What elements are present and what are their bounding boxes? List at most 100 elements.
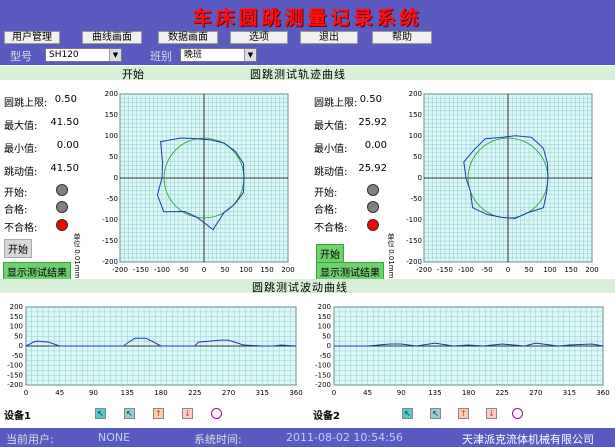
menu-curve-view[interactable]: 曲线画面	[82, 31, 142, 44]
y-tick-label: -100	[7, 362, 23, 370]
device1-wave-plot: 0 45 90 135 180 225 270 315 360 200 150 10050 0 -50 -1…	[7, 303, 303, 397]
system-time-label: 系统时间:	[194, 433, 242, 446]
x-tick-label: 150	[564, 266, 577, 274]
x-tick-label: 50	[221, 266, 230, 274]
y-tick-label: 50	[322, 332, 331, 340]
y-tick-label: 100	[318, 323, 331, 331]
y-tick-label: -150	[406, 237, 422, 245]
y-tick-label: -150	[102, 237, 118, 245]
x-tick-label: 315	[256, 389, 269, 397]
status-bar: 当前用户: NONE 系统时间: 2011-08-02 10:54:56 天津派…	[0, 428, 615, 447]
device2-runout-value: 25.92	[358, 163, 387, 174]
x-tick-label: 0	[202, 266, 206, 274]
circle-icon[interactable]	[211, 408, 222, 419]
y-tick-label: -200	[315, 381, 331, 389]
zoom-icon[interactable]: ↖	[124, 408, 135, 419]
device2-unit-label: 单位 0.01mm	[387, 233, 395, 279]
menu-data-view[interactable]: 数据画面	[158, 31, 218, 44]
x-tick-label: 0	[506, 266, 510, 274]
menu-options[interactable]: 选项	[230, 31, 288, 44]
x-tick-label: -100	[458, 266, 474, 274]
y-tick-label: 100	[409, 132, 422, 140]
y-tick-label: 0	[418, 174, 422, 182]
pointer-icon[interactable]: ↖	[402, 408, 413, 419]
device1-pass-light	[56, 201, 68, 213]
device1-runout-label: 跳动值:	[4, 167, 38, 178]
x-tick-label: -150	[437, 266, 453, 274]
y-tick-label: -200	[406, 258, 422, 266]
x-tick-label: 90	[397, 389, 406, 397]
y-tick-label: 0	[327, 342, 331, 350]
y-tick-label: 100	[105, 132, 118, 140]
device2-trace-panel: 圆跳上限: 0.50 最大值: 25.92 最小值: 0.00 跳动值: 25.…	[308, 80, 615, 281]
x-tick-label: 135	[428, 389, 441, 397]
app-title: 车床圆跳测量记录系统	[192, 7, 423, 29]
y-tick-label: 150	[318, 313, 331, 321]
device1-max-label: 最大值:	[4, 121, 38, 132]
current-user-value: NONE	[98, 431, 131, 444]
x-tick-label: -50	[177, 266, 188, 274]
x-tick-label: 180	[154, 389, 167, 397]
device1-pass-light-label: 合格:	[4, 205, 28, 216]
x-tick-label: 150	[260, 266, 273, 274]
device1-upper-limit-value: 0.50	[54, 94, 77, 105]
device2-start-light-label: 开始:	[314, 188, 338, 199]
x-tick-label: 360	[289, 389, 302, 397]
device2-start-button[interactable]: 开始	[316, 244, 344, 263]
model-select[interactable]: SH120 ▼	[45, 48, 122, 62]
x-tick-label: 315	[563, 389, 576, 397]
x-tick-label: 270	[222, 389, 235, 397]
device2-runout-label: 跳动值:	[314, 167, 348, 178]
x-tick-label: 200	[281, 266, 294, 274]
x-tick-label: 225	[188, 389, 201, 397]
shift-label: 班别	[150, 50, 172, 63]
wave-header: 圆跳测试波动曲线	[0, 279, 615, 294]
y-tick-label: 150	[105, 111, 118, 119]
x-tick-label: 90	[89, 389, 98, 397]
company-name: 天津派克流体机械有限公司	[462, 433, 594, 446]
shift-select[interactable]: 晚班 ▼	[180, 48, 257, 62]
device1-fail-light	[56, 219, 68, 231]
title-bar: 车床圆跳测量记录系统	[0, 0, 615, 30]
device1-start-button[interactable]: 开始	[4, 239, 32, 258]
y-tick-label: 0	[19, 342, 23, 350]
pointer-icon[interactable]: ↖	[95, 408, 106, 419]
device2-upper-limit-value: 0.50	[359, 94, 382, 105]
x-tick-label: 270	[529, 389, 542, 397]
device1-start-light-label: 开始:	[4, 188, 28, 199]
zoom-icon[interactable]: ↖	[430, 408, 441, 419]
device2-pass-light-label: 合格:	[314, 205, 338, 216]
selector-row: 型号 SH120 ▼ 班别 晚班 ▼	[0, 45, 615, 65]
arrow-down-icon[interactable]: ↓	[486, 408, 497, 419]
y-tick-label: -150	[7, 371, 23, 379]
menu-bar: 用户管理 曲线画面 数据画面 选项 退出 帮助	[0, 30, 615, 45]
device1-start-light	[56, 184, 68, 196]
device2-wave-plot: 0 45 90 135 180 225 270 315 360 200 150 10050 0 -50 -1…	[315, 303, 610, 397]
chevron-down-icon[interactable]: ▼	[109, 49, 121, 61]
device2-max-value: 25.92	[358, 117, 387, 128]
y-tick-label: 200	[10, 303, 23, 311]
shift-select-value: 晚班	[184, 50, 203, 60]
y-tick-label: -50	[12, 352, 23, 360]
arrow-up-icon[interactable]: ↑	[458, 408, 469, 419]
y-tick-label: 150	[409, 111, 422, 119]
device2-start-light	[367, 184, 379, 196]
menu-help[interactable]: 帮助	[372, 31, 432, 44]
x-tick-label: 50	[525, 266, 534, 274]
arrow-up-icon[interactable]: ↑	[153, 408, 164, 419]
x-tick-label: 200	[585, 266, 598, 274]
device1-unit-label: 单位 0.01mm	[73, 233, 81, 279]
x-tick-label: -150	[133, 266, 149, 274]
circle-icon[interactable]	[512, 408, 523, 419]
arrow-down-icon[interactable]: ↓	[182, 408, 193, 419]
chevron-down-icon[interactable]: ▼	[244, 49, 256, 61]
y-tick-label: -50	[320, 352, 331, 360]
y-tick-label: -100	[315, 362, 331, 370]
device2-min-label: 最小值:	[314, 144, 348, 155]
device1-trace-panel: 圆跳上限: 0.50 最大值: 41.50 最小值: 0.00 跳动值: 41.…	[0, 80, 308, 281]
y-tick-label: 50	[109, 153, 118, 161]
menu-exit[interactable]: 退出	[300, 31, 358, 44]
y-tick-label: -100	[102, 216, 118, 224]
menu-user-management[interactable]: 用户管理	[4, 31, 60, 44]
y-tick-label: 200	[409, 90, 422, 98]
